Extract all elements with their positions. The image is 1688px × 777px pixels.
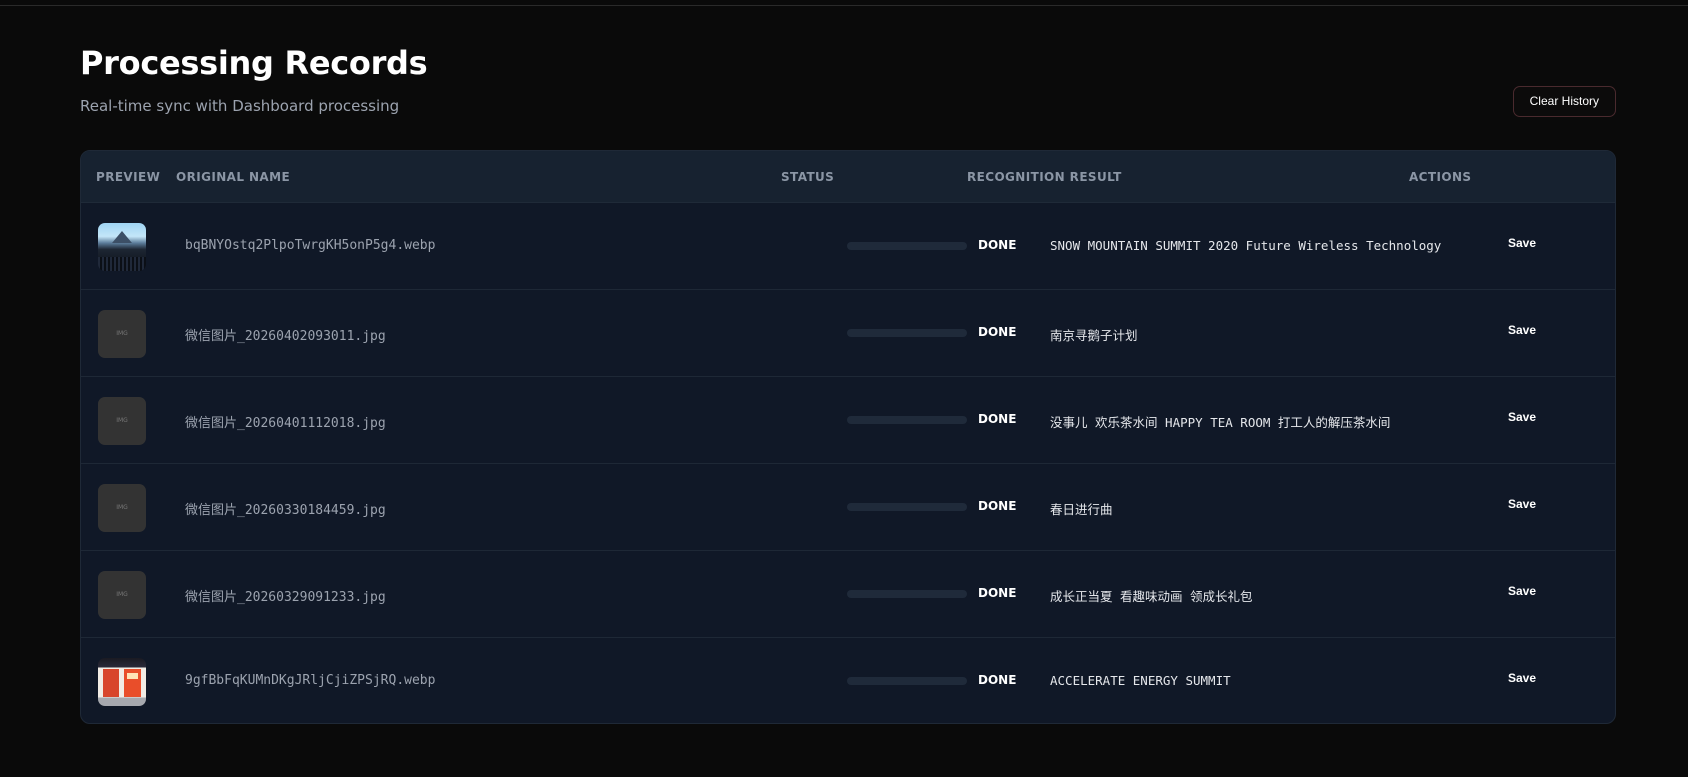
original-file-name: bqBNYOstq2PlpoTwrgKH5onP5g4.webp xyxy=(185,238,436,253)
image-placeholder-label: IMG xyxy=(116,417,128,424)
page-title: Processing Records xyxy=(80,44,428,82)
recognition-result-text: 春日进行曲 xyxy=(1050,502,1113,517)
recognition-result-text: 没事儿 欢乐茶水间 HAPPY TEA ROOM 打工人的解压茶水间 xyxy=(1050,415,1391,430)
table-row: IMG 微信图片_20260329091233.jpg DONE 成长正当夏 看… xyxy=(81,551,1615,638)
recognition-result-text: 成长正当夏 看趣味动画 领成长礼包 xyxy=(1050,589,1253,604)
table-body: bqBNYOstq2PlpoTwrgKH5onP5g4.webp DONE SN… xyxy=(81,203,1615,723)
preview-thumbnail[interactable]: IMG xyxy=(98,397,146,445)
column-header-preview: PREVIEW xyxy=(96,170,161,184)
status-badge: DONE xyxy=(978,238,1017,252)
progress-bar xyxy=(847,503,967,511)
table-row: 9gfBbFqKUMnDKgJRljCjiZPSjRQ.webp DONE AC… xyxy=(81,638,1615,723)
preview-thumbnail[interactable]: IMG xyxy=(98,310,146,358)
clear-history-button[interactable]: Clear History xyxy=(1512,86,1616,117)
original-file-name: 9gfBbFqKUMnDKgJRljCjiZPSjRQ.webp xyxy=(185,673,436,688)
preview-thumbnail[interactable]: IMG xyxy=(98,484,146,532)
table-row: IMG 微信图片_20260402093011.jpg DONE 南京寻鹅子计划… xyxy=(81,290,1615,377)
poster-panel-right xyxy=(124,669,141,697)
processing-records-page: Processing Records Real-time sync with D… xyxy=(80,0,1616,724)
progress-bar xyxy=(847,677,967,685)
preview-thumbnail[interactable]: IMG xyxy=(98,571,146,619)
table-row: bqBNYOstq2PlpoTwrgKH5onP5g4.webp DONE SN… xyxy=(81,203,1615,290)
status-badge: DONE xyxy=(978,586,1017,600)
progress-bar xyxy=(847,242,967,250)
image-placeholder-label: IMG xyxy=(116,591,128,598)
save-button[interactable]: Save xyxy=(1508,497,1536,511)
table-header: PREVIEW ORIGINAL NAME STATUS RECOGNITION… xyxy=(81,151,1615,203)
column-header-original-name: ORIGINAL NAME xyxy=(176,170,291,184)
progress-bar xyxy=(847,329,967,337)
save-button[interactable]: Save xyxy=(1508,410,1536,424)
original-file-name: 微信图片_20260329091233.jpg xyxy=(185,590,386,605)
records-table: PREVIEW ORIGINAL NAME STATUS RECOGNITION… xyxy=(80,150,1616,724)
preview-thumbnail[interactable] xyxy=(98,223,146,271)
image-placeholder-label: IMG xyxy=(116,330,128,337)
save-button[interactable]: Save xyxy=(1508,671,1536,685)
table-row: IMG 微信图片_20260330184459.jpg DONE 春日进行曲 S… xyxy=(81,464,1615,551)
page-subtitle: Real-time sync with Dashboard processing xyxy=(80,97,400,115)
recognition-result-text: SNOW MOUNTAIN SUMMIT 2020 Future Wireles… xyxy=(1050,238,1442,253)
status-badge: DONE xyxy=(978,412,1017,426)
column-header-status: STATUS xyxy=(781,170,835,184)
progress-bar xyxy=(847,590,967,598)
page-header: Processing Records Real-time sync with D… xyxy=(80,0,1616,150)
status-badge: DONE xyxy=(978,673,1017,687)
progress-bar xyxy=(847,416,967,424)
crowd-graphic xyxy=(98,257,146,271)
recognition-result-text: ACCELERATE ENERGY SUMMIT xyxy=(1050,673,1231,688)
status-badge: DONE xyxy=(978,325,1017,339)
poster-panel-left xyxy=(103,669,119,697)
save-button[interactable]: Save xyxy=(1508,584,1536,598)
mountain-icon xyxy=(112,231,132,243)
original-file-name: 微信图片_20260401112018.jpg xyxy=(185,416,386,431)
save-button[interactable]: Save xyxy=(1508,323,1536,337)
preview-thumbnail[interactable] xyxy=(98,658,146,706)
column-header-actions: ACTIONS xyxy=(1409,170,1472,184)
table-row: IMG 微信图片_20260401112018.jpg DONE 没事儿 欢乐茶… xyxy=(81,377,1615,464)
original-file-name: 微信图片_20260402093011.jpg xyxy=(185,329,386,344)
image-placeholder-label: IMG xyxy=(116,504,128,511)
status-badge: DONE xyxy=(978,499,1017,513)
column-header-recognition-result: RECOGNITION RESULT xyxy=(967,170,1122,184)
recognition-result-text: 南京寻鹅子计划 xyxy=(1050,328,1138,343)
save-button[interactable]: Save xyxy=(1508,236,1536,250)
original-file-name: 微信图片_20260330184459.jpg xyxy=(185,503,386,518)
